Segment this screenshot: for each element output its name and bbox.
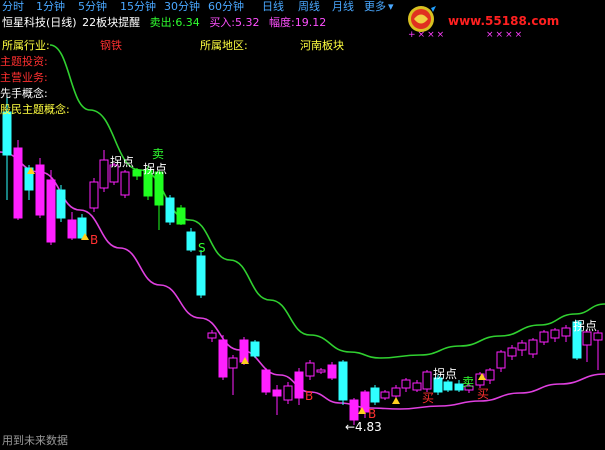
candle-body xyxy=(283,385,293,401)
low-price-label: ←4.83 xyxy=(345,420,382,434)
candle-body xyxy=(496,351,506,369)
tab-7[interactable]: 日线 xyxy=(262,0,284,14)
candle-body xyxy=(13,147,23,219)
industry-value: 钢铁 xyxy=(100,39,122,52)
candle-body xyxy=(35,164,45,216)
candle-body xyxy=(261,369,271,393)
ma-line-green xyxy=(49,44,605,359)
marker-dots: +××× xyxy=(408,30,447,40)
buy-label: 买 xyxy=(422,391,434,405)
tab-6[interactable]: 60分钟 xyxy=(208,0,244,14)
candle-body xyxy=(272,389,282,397)
buy-value: 5.32 xyxy=(235,16,260,29)
concept-label: 先手概念: xyxy=(0,87,48,100)
candle-body xyxy=(207,332,217,339)
candle-body xyxy=(132,169,142,177)
candle-body xyxy=(561,327,571,337)
tab-8[interactable]: 周线 xyxy=(298,0,320,14)
guaidian-label: 拐点 xyxy=(143,161,167,176)
candle-body xyxy=(370,387,380,403)
candle-body xyxy=(485,369,495,381)
candle-body xyxy=(539,331,549,343)
candle-body xyxy=(294,371,304,399)
chart-title-row: 恒星科技(日线) 22板块提醒 卖出:6.34 买入:5.32 幅度:19.12 xyxy=(0,16,326,30)
candle-body xyxy=(239,339,249,363)
candle-body xyxy=(218,339,228,378)
site-url[interactable]: www.55188.com xyxy=(448,14,559,28)
candle-body xyxy=(550,329,560,339)
tab-4[interactable]: 15分钟 xyxy=(120,0,156,14)
buy-label: 买入: xyxy=(209,16,236,29)
region-label: 所属地区: xyxy=(200,39,248,52)
candle-body xyxy=(250,341,260,357)
sell-label: 卖 xyxy=(152,147,164,161)
candle-body xyxy=(593,332,603,341)
candle-body xyxy=(56,189,66,219)
candle-body xyxy=(443,381,453,391)
candle-body xyxy=(338,361,348,401)
candle-body xyxy=(99,159,109,189)
tab-1[interactable]: 分时 xyxy=(2,0,24,14)
candle-body xyxy=(2,111,12,156)
buy-label: 买 xyxy=(477,387,489,401)
stock-title: 恒星科技(日线) xyxy=(2,16,77,29)
guaidian-label: 拐点 xyxy=(110,154,134,169)
b-label: B xyxy=(90,233,98,247)
candle-body xyxy=(507,347,517,357)
amplitude-label: 幅度: xyxy=(269,16,295,29)
theme-label: 主题投资: xyxy=(0,55,48,68)
popular-concept-label: 股民主题概念: xyxy=(0,103,70,116)
candle-body xyxy=(327,364,337,379)
period-tab-bar: 分时 1分钟 5分钟 15分钟 30分钟 60分钟 日线 周线 月线 更多 ▾ xyxy=(0,0,605,14)
tab-10[interactable]: 更多 xyxy=(364,0,386,14)
tab-2[interactable]: 1分钟 xyxy=(36,0,65,14)
candle-body xyxy=(422,371,432,390)
candle-body xyxy=(89,181,99,209)
candle-body xyxy=(380,391,390,399)
marker-dots: ×××× xyxy=(486,30,525,40)
guaidian-label: 拐点 xyxy=(573,318,597,333)
sell-label: 卖 xyxy=(462,375,474,389)
industry-label: 所属行业: xyxy=(2,39,50,52)
candle-body xyxy=(154,171,164,206)
sell-value: 6.34 xyxy=(175,16,200,29)
candle-body xyxy=(349,399,359,421)
candle-body xyxy=(186,231,196,251)
candle-body xyxy=(401,379,411,389)
future-data-note: 用到未来数据 xyxy=(2,434,68,447)
candle-body xyxy=(228,357,238,369)
buy-triangle-icon xyxy=(392,397,400,404)
candle-body xyxy=(176,207,186,225)
s-label: S xyxy=(198,241,206,255)
amplitude-value: 19.12 xyxy=(294,16,327,29)
tab-3[interactable]: 5分钟 xyxy=(78,0,107,14)
tab-5[interactable]: 30分钟 xyxy=(164,0,200,14)
business-label: 主营业务: xyxy=(0,71,48,84)
candle-body xyxy=(582,331,592,346)
candle-body xyxy=(528,339,538,355)
candle-body xyxy=(391,387,401,397)
candle-body xyxy=(196,255,206,296)
region-value: 河南板块 xyxy=(300,39,344,52)
candle-body xyxy=(517,342,527,351)
b-label: B xyxy=(368,407,376,421)
indicator-name: 22板块提醒 xyxy=(82,16,141,29)
guaidian-label: 拐点 xyxy=(433,366,457,381)
candle-body xyxy=(165,197,175,223)
b-label: B xyxy=(305,389,313,403)
candle-body xyxy=(316,369,326,373)
candle-body xyxy=(120,171,130,196)
sell-label: 卖出: xyxy=(149,16,176,29)
candlestick-chart: 拐点 拐点卖拐点拐点SBBB卖←4.83买买 xyxy=(0,44,605,434)
candle-body xyxy=(67,219,77,239)
more-dropdown-icon[interactable]: ▾ xyxy=(388,0,394,14)
tab-9[interactable]: 月线 xyxy=(332,0,354,14)
candle-body xyxy=(412,382,422,391)
candle-body xyxy=(46,179,56,243)
candle-body xyxy=(305,362,315,377)
